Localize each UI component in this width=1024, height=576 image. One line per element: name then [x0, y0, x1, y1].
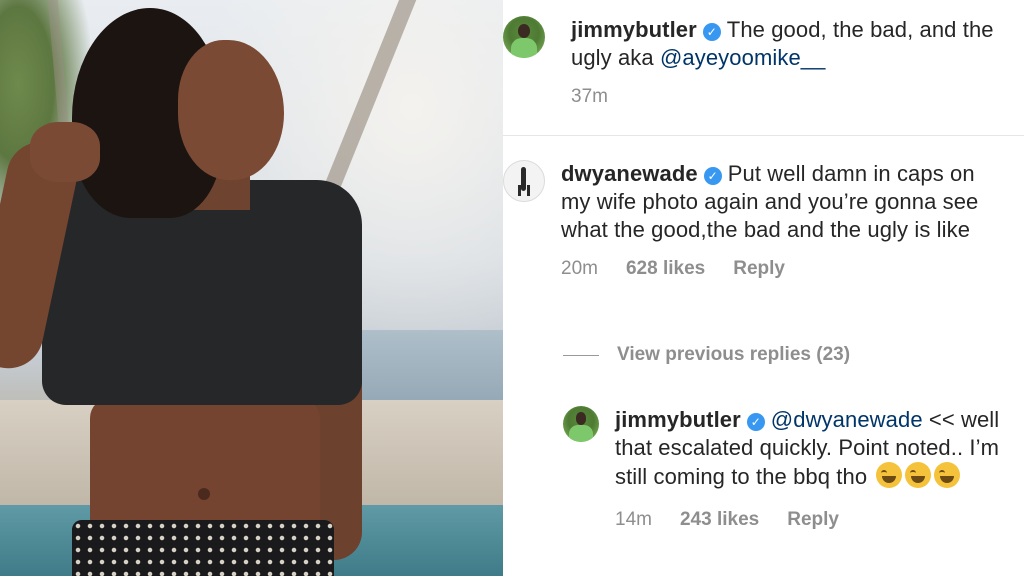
view-previous-replies[interactable]: View previous replies (23)	[563, 344, 850, 366]
photo-subject	[0, 0, 503, 576]
timestamp[interactable]: 37m	[571, 86, 608, 108]
tears-of-joy-emoji-icon	[934, 462, 961, 488]
mention-link[interactable]: @ayeyoomike__	[660, 45, 826, 70]
likes-count[interactable]: 243 likes	[680, 509, 759, 531]
verified-badge-icon: ✓	[703, 167, 722, 185]
username-link[interactable]: dwyanewade	[561, 161, 698, 186]
divider-line	[563, 354, 599, 356]
comment-text: jimmybutler ✓ The good, the bad, and the u…	[571, 16, 1001, 72]
reply-comment: jimmybutler ✓ @dwyanewade << well that esc…	[563, 406, 1024, 531]
timestamp[interactable]: 20m	[561, 258, 598, 280]
tears-of-joy-emoji-icon	[876, 462, 903, 488]
avatar[interactable]	[563, 406, 599, 442]
timestamp[interactable]: 14m	[615, 509, 652, 531]
comment-text: dwyanewade ✓ Put well damn in caps on my w…	[561, 160, 1006, 244]
view-previous-replies-label[interactable]: View previous replies (23)	[617, 344, 850, 366]
reply-button[interactable]: Reply	[733, 258, 785, 280]
comment-text: jimmybutler ✓ @dwyanewade << well that esc…	[615, 406, 1015, 491]
caption-comment: jimmybutler ✓ The good, the bad, and the u…	[503, 16, 1024, 108]
comment-item: dwyanewade ✓ Put well damn in caps on my w…	[503, 160, 1024, 280]
avatar[interactable]	[503, 16, 545, 58]
comment-meta: 37m	[571, 86, 1001, 108]
post-photo	[0, 0, 503, 576]
verified-badge-icon: ✓	[702, 23, 721, 41]
username-link[interactable]: jimmybutler	[571, 17, 697, 42]
comment-meta: 20m 628 likes Reply	[561, 258, 1006, 280]
comment-meta: 14m 243 likes Reply	[615, 509, 1015, 531]
reply-button[interactable]: Reply	[787, 509, 839, 531]
avatar[interactable]	[503, 160, 545, 202]
likes-count[interactable]: 628 likes	[626, 258, 705, 280]
divider	[503, 135, 1024, 136]
mention-link[interactable]: @dwyanewade	[771, 407, 923, 432]
verified-badge-icon: ✓	[746, 413, 765, 431]
username-link[interactable]: jimmybutler	[615, 407, 741, 432]
tears-of-joy-emoji-icon	[905, 462, 932, 488]
